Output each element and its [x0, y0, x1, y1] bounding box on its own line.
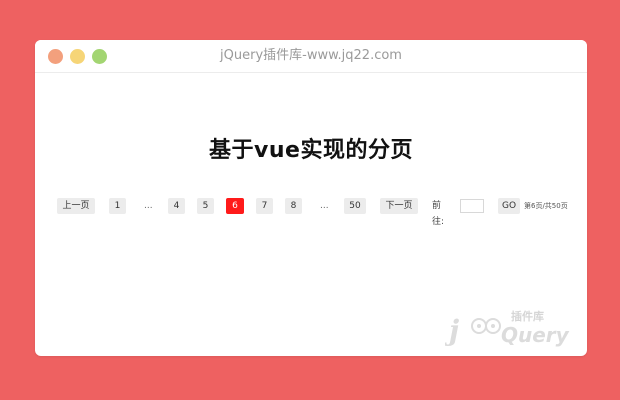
- page-button-50[interactable]: 50: [344, 198, 366, 214]
- page-button-1[interactable]: 1: [109, 198, 126, 214]
- window-title: jQuery插件库-www.jq22.com: [220, 48, 402, 63]
- goto-label: 前往:: [432, 201, 445, 227]
- page-button-5[interactable]: 5: [197, 198, 214, 214]
- page-button-4[interactable]: 4: [168, 198, 185, 214]
- pagination-ellipsis-right: ...: [320, 201, 329, 211]
- page-button-7[interactable]: 7: [256, 198, 273, 214]
- go-button[interactable]: GO: [498, 198, 520, 214]
- logo-cn-text: 插件库: [511, 309, 544, 323]
- pagination-ellipsis-left: ...: [144, 201, 153, 211]
- logo-j-letter: j: [445, 314, 459, 347]
- prev-page-button[interactable]: 上一页: [57, 198, 95, 214]
- browser-window: jQuery插件库-www.jq22.com 基于vue实现的分页 上一页 1 …: [35, 40, 587, 356]
- page-button-current[interactable]: 6: [226, 198, 244, 214]
- logo-query-text: Query: [501, 323, 570, 347]
- title-bar: jQuery插件库-www.jq22.com: [35, 40, 587, 73]
- goto-page-input[interactable]: [460, 199, 484, 213]
- page-button-8[interactable]: 8: [285, 198, 302, 214]
- page-title: 基于vue实现的分页: [209, 138, 413, 163]
- next-page-button[interactable]: 下一页: [380, 198, 418, 214]
- jquery-logo-watermark: j Query 插件库: [445, 309, 570, 347]
- page-summary: 第6页/共50页: [524, 202, 568, 210]
